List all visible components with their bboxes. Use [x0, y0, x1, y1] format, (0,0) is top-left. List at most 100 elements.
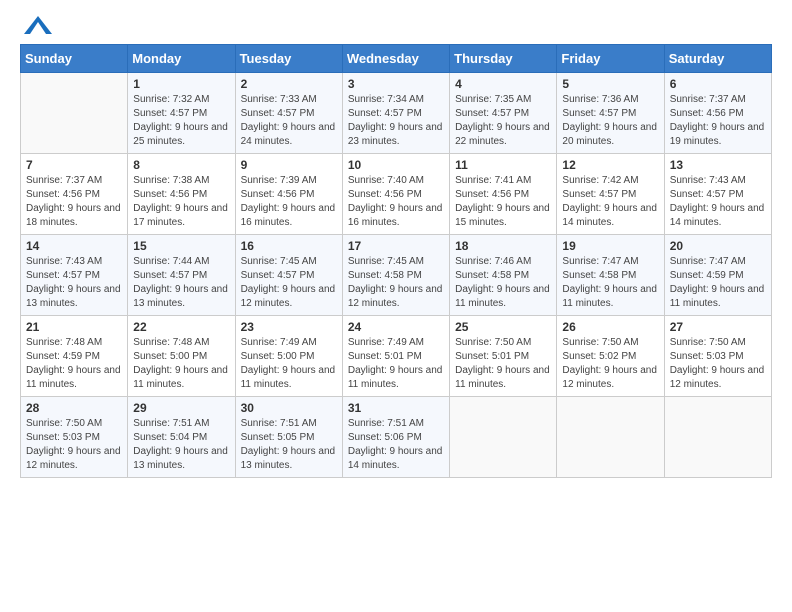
sunrise-text: Sunrise: 7:43 AM	[670, 174, 766, 188]
sunrise-text: Sunrise: 7:45 AM	[241, 255, 337, 269]
calendar-cell: 7 Sunrise: 7:37 AM Sunset: 4:56 PM Dayli…	[21, 154, 128, 235]
sunset-text: Sunset: 4:58 PM	[455, 269, 551, 283]
sunrise-text: Sunrise: 7:40 AM	[348, 174, 444, 188]
sunset-text: Sunset: 4:57 PM	[241, 107, 337, 121]
sunset-text: Sunset: 4:57 PM	[562, 107, 658, 121]
sunrise-text: Sunrise: 7:51 AM	[241, 417, 337, 431]
day-info: Sunrise: 7:41 AM Sunset: 4:56 PM Dayligh…	[455, 174, 551, 230]
calendar-cell	[557, 397, 664, 478]
day-info: Sunrise: 7:49 AM Sunset: 5:00 PM Dayligh…	[241, 336, 337, 392]
day-info: Sunrise: 7:46 AM Sunset: 4:58 PM Dayligh…	[455, 255, 551, 311]
day-info: Sunrise: 7:49 AM Sunset: 5:01 PM Dayligh…	[348, 336, 444, 392]
daylight-text: Daylight: 9 hours and 11 minutes.	[670, 283, 766, 311]
sunset-text: Sunset: 4:59 PM	[26, 350, 122, 364]
sunrise-text: Sunrise: 7:34 AM	[348, 93, 444, 107]
sunrise-text: Sunrise: 7:39 AM	[241, 174, 337, 188]
daylight-text: Daylight: 9 hours and 11 minutes.	[26, 364, 122, 392]
logo-icon	[24, 16, 52, 34]
calendar-cell	[664, 397, 771, 478]
sunrise-text: Sunrise: 7:50 AM	[455, 336, 551, 350]
daylight-text: Daylight: 9 hours and 14 minutes.	[670, 202, 766, 230]
calendar-cell: 17 Sunrise: 7:45 AM Sunset: 4:58 PM Dayl…	[342, 235, 449, 316]
daylight-text: Daylight: 9 hours and 11 minutes.	[455, 364, 551, 392]
day-number: 31	[348, 401, 444, 415]
calendar-cell: 14 Sunrise: 7:43 AM Sunset: 4:57 PM Dayl…	[21, 235, 128, 316]
logo	[20, 16, 52, 34]
day-info: Sunrise: 7:48 AM Sunset: 5:00 PM Dayligh…	[133, 336, 229, 392]
calendar-table: SundayMondayTuesdayWednesdayThursdayFrid…	[20, 44, 772, 478]
calendar-week-row: 1 Sunrise: 7:32 AM Sunset: 4:57 PM Dayli…	[21, 73, 772, 154]
calendar-cell: 9 Sunrise: 7:39 AM Sunset: 4:56 PM Dayli…	[235, 154, 342, 235]
day-number: 3	[348, 77, 444, 91]
calendar-cell: 10 Sunrise: 7:40 AM Sunset: 4:56 PM Dayl…	[342, 154, 449, 235]
day-info: Sunrise: 7:34 AM Sunset: 4:57 PM Dayligh…	[348, 93, 444, 149]
weekday-header: Saturday	[664, 45, 771, 73]
sunrise-text: Sunrise: 7:50 AM	[26, 417, 122, 431]
sunrise-text: Sunrise: 7:48 AM	[26, 336, 122, 350]
day-number: 17	[348, 239, 444, 253]
calendar-cell: 31 Sunrise: 7:51 AM Sunset: 5:06 PM Dayl…	[342, 397, 449, 478]
calendar-week-row: 28 Sunrise: 7:50 AM Sunset: 5:03 PM Dayl…	[21, 397, 772, 478]
weekday-header: Friday	[557, 45, 664, 73]
daylight-text: Daylight: 9 hours and 22 minutes.	[455, 121, 551, 149]
weekday-header: Thursday	[450, 45, 557, 73]
calendar-cell: 15 Sunrise: 7:44 AM Sunset: 4:57 PM Dayl…	[128, 235, 235, 316]
sunset-text: Sunset: 4:56 PM	[241, 188, 337, 202]
sunrise-text: Sunrise: 7:50 AM	[670, 336, 766, 350]
sunset-text: Sunset: 5:05 PM	[241, 431, 337, 445]
calendar-cell: 20 Sunrise: 7:47 AM Sunset: 4:59 PM Dayl…	[664, 235, 771, 316]
day-number: 30	[241, 401, 337, 415]
sunset-text: Sunset: 4:57 PM	[348, 107, 444, 121]
day-info: Sunrise: 7:47 AM Sunset: 4:58 PM Dayligh…	[562, 255, 658, 311]
day-info: Sunrise: 7:45 AM Sunset: 4:57 PM Dayligh…	[241, 255, 337, 311]
sunrise-text: Sunrise: 7:45 AM	[348, 255, 444, 269]
day-info: Sunrise: 7:45 AM Sunset: 4:58 PM Dayligh…	[348, 255, 444, 311]
calendar-cell: 1 Sunrise: 7:32 AM Sunset: 4:57 PM Dayli…	[128, 73, 235, 154]
day-info: Sunrise: 7:33 AM Sunset: 4:57 PM Dayligh…	[241, 93, 337, 149]
daylight-text: Daylight: 9 hours and 12 minutes.	[26, 445, 122, 473]
sunrise-text: Sunrise: 7:41 AM	[455, 174, 551, 188]
sunrise-text: Sunrise: 7:38 AM	[133, 174, 229, 188]
sunrise-text: Sunrise: 7:37 AM	[670, 93, 766, 107]
sunrise-text: Sunrise: 7:49 AM	[348, 336, 444, 350]
sunset-text: Sunset: 4:56 PM	[26, 188, 122, 202]
sunset-text: Sunset: 4:56 PM	[670, 107, 766, 121]
day-number: 26	[562, 320, 658, 334]
day-number: 11	[455, 158, 551, 172]
day-number: 8	[133, 158, 229, 172]
day-info: Sunrise: 7:36 AM Sunset: 4:57 PM Dayligh…	[562, 93, 658, 149]
calendar-cell: 26 Sunrise: 7:50 AM Sunset: 5:02 PM Dayl…	[557, 316, 664, 397]
sunrise-text: Sunrise: 7:48 AM	[133, 336, 229, 350]
daylight-text: Daylight: 9 hours and 12 minutes.	[348, 283, 444, 311]
day-number: 18	[455, 239, 551, 253]
day-info: Sunrise: 7:35 AM Sunset: 4:57 PM Dayligh…	[455, 93, 551, 149]
sunrise-text: Sunrise: 7:36 AM	[562, 93, 658, 107]
day-number: 6	[670, 77, 766, 91]
sunset-text: Sunset: 4:59 PM	[670, 269, 766, 283]
daylight-text: Daylight: 9 hours and 18 minutes.	[26, 202, 122, 230]
day-number: 29	[133, 401, 229, 415]
day-number: 12	[562, 158, 658, 172]
day-number: 5	[562, 77, 658, 91]
sunset-text: Sunset: 5:06 PM	[348, 431, 444, 445]
day-number: 2	[241, 77, 337, 91]
day-info: Sunrise: 7:51 AM Sunset: 5:05 PM Dayligh…	[241, 417, 337, 473]
day-info: Sunrise: 7:50 AM Sunset: 5:03 PM Dayligh…	[26, 417, 122, 473]
day-number: 13	[670, 158, 766, 172]
sunset-text: Sunset: 4:56 PM	[348, 188, 444, 202]
sunrise-text: Sunrise: 7:51 AM	[348, 417, 444, 431]
page-header	[20, 16, 772, 34]
day-number: 10	[348, 158, 444, 172]
calendar-cell: 28 Sunrise: 7:50 AM Sunset: 5:03 PM Dayl…	[21, 397, 128, 478]
sunrise-text: Sunrise: 7:43 AM	[26, 255, 122, 269]
calendar-cell: 5 Sunrise: 7:36 AM Sunset: 4:57 PM Dayli…	[557, 73, 664, 154]
day-number: 24	[348, 320, 444, 334]
calendar-cell: 16 Sunrise: 7:45 AM Sunset: 4:57 PM Dayl…	[235, 235, 342, 316]
sunrise-text: Sunrise: 7:47 AM	[670, 255, 766, 269]
calendar-cell: 12 Sunrise: 7:42 AM Sunset: 4:57 PM Dayl…	[557, 154, 664, 235]
sunset-text: Sunset: 5:04 PM	[133, 431, 229, 445]
daylight-text: Daylight: 9 hours and 16 minutes.	[348, 202, 444, 230]
calendar-week-row: 21 Sunrise: 7:48 AM Sunset: 4:59 PM Dayl…	[21, 316, 772, 397]
sunrise-text: Sunrise: 7:35 AM	[455, 93, 551, 107]
calendar-cell: 6 Sunrise: 7:37 AM Sunset: 4:56 PM Dayli…	[664, 73, 771, 154]
